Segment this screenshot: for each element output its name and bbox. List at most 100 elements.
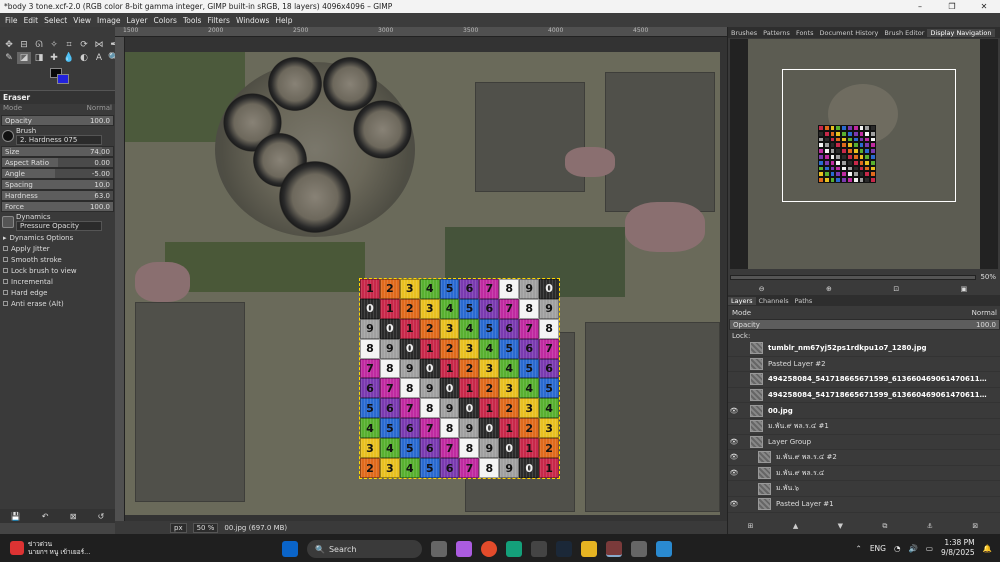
bucket-fill-icon[interactable]: ◨	[32, 52, 46, 64]
windows-start-icon[interactable]	[282, 541, 298, 557]
maximize-button[interactable]: ❐	[936, 0, 968, 13]
visibility-eye-icon[interactable]: 👁	[728, 407, 740, 415]
text-tool-icon[interactable]: A	[92, 52, 106, 64]
zoom-select[interactable]: 50 %	[192, 522, 219, 533]
layer-row[interactable]: ม.พัน.๙ พล.ร.๔ #1	[728, 419, 1000, 435]
checkbox-option[interactable]: Hard edge	[0, 287, 115, 298]
gimp-icon[interactable]	[631, 541, 647, 557]
tab-brush-editor[interactable]: Brush Editor	[881, 29, 927, 37]
align-tool-icon[interactable]: ⊟	[17, 39, 31, 51]
background-color[interactable]	[57, 74, 69, 84]
duplicate-layer-icon[interactable]: ⧉	[882, 522, 887, 534]
layer-row[interactable]: tumblr_nm67yj52ps1rdkpu1o7_1280.jpg	[728, 341, 1000, 357]
dynamics-name[interactable]: Pressure Opacity	[16, 221, 102, 231]
menu-help[interactable]: Help	[272, 16, 295, 25]
heal-tool-icon[interactable]: ✚	[47, 52, 61, 64]
reset-icon[interactable]: ↺	[98, 512, 105, 521]
task-view-icon[interactable]	[431, 541, 447, 557]
copilot-icon[interactable]	[456, 541, 472, 557]
transform-tool-icon[interactable]: ⟳	[77, 39, 91, 51]
slider-size[interactable]: Size 74.00	[1, 146, 114, 157]
checkbox[interactable]	[3, 268, 8, 273]
tab-display-navigation[interactable]: Display Navigation	[927, 28, 995, 37]
blur-tool-icon[interactable]: 💧	[62, 52, 76, 64]
checkbox-option[interactable]: Lock brush to view	[0, 265, 115, 276]
slider-force[interactable]: Force 100.0	[1, 201, 114, 212]
layer-row[interactable]: 494258084_541718665671599_61366046906147…	[728, 372, 1000, 388]
zoom-in-icon[interactable]: ⊕	[826, 285, 832, 295]
tab-layers[interactable]: Layers	[728, 296, 756, 305]
tab-document-history[interactable]: Document History	[816, 29, 881, 37]
slider-spacing[interactable]: Spacing 10.0	[1, 179, 114, 190]
volume-icon[interactable]: 🔊	[909, 544, 918, 553]
move-tool-icon[interactable]: ✥	[2, 39, 16, 51]
fuzzy-select-icon[interactable]: ✧	[47, 39, 61, 51]
menu-edit[interactable]: Edit	[21, 16, 42, 25]
layer-mode-row[interactable]: Mode Normal	[729, 306, 1000, 319]
brush-selector[interactable]: Brush 2. Hardness 075	[0, 126, 115, 146]
checkbox[interactable]	[3, 257, 8, 262]
zoom-fit-icon[interactable]: ⊡	[893, 285, 899, 295]
checkbox-option[interactable]: Anti erase (Alt)	[0, 298, 115, 309]
tab-paths[interactable]: Paths	[792, 297, 816, 305]
steam-icon[interactable]	[556, 541, 572, 557]
tab-patterns[interactable]: Patterns	[760, 29, 793, 37]
dynamics-options-expander[interactable]: ▸ Dynamics Options	[0, 232, 115, 243]
visibility-eye-icon[interactable]: 👁	[728, 453, 740, 461]
slider-angle[interactable]: Angle -5.00	[1, 168, 114, 179]
dynamics-icon[interactable]	[2, 216, 14, 228]
wifi-icon[interactable]: ◔	[894, 544, 901, 553]
unit-select[interactable]: px	[170, 522, 187, 533]
close-button[interactable]: ✕	[968, 0, 1000, 13]
menu-colors[interactable]: Colors	[150, 16, 180, 25]
tab-brushes[interactable]: Brushes	[728, 29, 760, 37]
checkbox[interactable]	[3, 279, 8, 284]
layer-row[interactable]: 👁 00.jpg	[728, 403, 1000, 419]
eraser-tool-icon[interactable]: ◪	[17, 52, 31, 64]
layer-row[interactable]: 👁 ม.พัน.๙ พล.ร.๔	[728, 466, 1000, 482]
tab-fonts[interactable]: Fonts	[793, 29, 817, 37]
layer-row[interactable]: Pasted Layer #2	[728, 357, 1000, 373]
notification-icon[interactable]: 🔔	[983, 544, 992, 553]
app-icon[interactable]	[531, 541, 547, 557]
dynamics-selector[interactable]: Dynamics Pressure Opacity	[0, 212, 115, 232]
checkbox[interactable]	[3, 290, 8, 295]
menu-image[interactable]: Image	[94, 16, 124, 25]
menu-windows[interactable]: Windows	[233, 16, 272, 25]
menu-filters[interactable]: Filters	[204, 16, 232, 25]
visibility-eye-icon[interactable]: 👁	[728, 469, 740, 477]
brush-name[interactable]: 2. Hardness 075	[16, 135, 102, 145]
layer-row[interactable]: 👁 ม.พัน.๙ พล.ร.๔ #2	[728, 450, 1000, 466]
menu-tools[interactable]: Tools	[180, 16, 204, 25]
checkbox[interactable]	[3, 246, 8, 251]
menu-view[interactable]: View	[70, 16, 94, 25]
mode-select[interactable]: Mode Normal	[0, 104, 115, 115]
layer-opacity-slider[interactable]: Opacity 100.0	[729, 319, 1000, 330]
canvas-area[interactable]: 1500 2000 2500 3000 3500 4000 4500 12345678900…	[115, 27, 727, 523]
number-grid-layer[interactable]: 1234567890012345678990123456788901234567…	[359, 278, 560, 479]
color-swatches[interactable]	[48, 68, 76, 90]
dodge-tool-icon[interactable]: ◐	[77, 52, 91, 64]
checkbox-option[interactable]: Smooth stroke	[0, 254, 115, 265]
restore-icon[interactable]: ↶	[42, 512, 49, 521]
navigation-preview[interactable]	[730, 39, 998, 269]
raise-layer-icon[interactable]: ▲	[793, 522, 798, 534]
clock[interactable]: 1:38 PM 9/8/2025	[941, 538, 975, 558]
save-preset-icon[interactable]: 💾	[11, 512, 21, 521]
menu-file[interactable]: File	[2, 16, 21, 25]
language-indicator[interactable]: ENG	[870, 544, 886, 553]
visibility-eye-icon[interactable]: 👁	[728, 438, 740, 446]
layer-row[interactable]: ม.พัน.๖	[728, 481, 1000, 497]
tab-channels[interactable]: Channels	[756, 297, 792, 305]
layer-mode-value[interactable]: Normal	[972, 309, 997, 317]
app-icon-2[interactable]	[656, 541, 672, 557]
zoom-1-1-icon[interactable]: ▣	[961, 285, 968, 295]
news-widget[interactable]: ข่าวด่วน นายกฯ หนู เข้าเยอร์...	[0, 540, 150, 556]
zoom-out-icon[interactable]: ⊖	[759, 285, 765, 295]
delete-layer-icon[interactable]: ⊠	[972, 522, 978, 534]
slider-aspect-ratio[interactable]: Aspect Ratio 0.00	[1, 157, 114, 168]
brush-preview-icon[interactable]	[2, 130, 14, 142]
zoom-slider[interactable]	[730, 274, 977, 280]
layer-row[interactable]: 👁 Pasted Layer #1	[728, 497, 1000, 513]
layer-row[interactable]: 👁 Layer Group	[728, 435, 1000, 451]
